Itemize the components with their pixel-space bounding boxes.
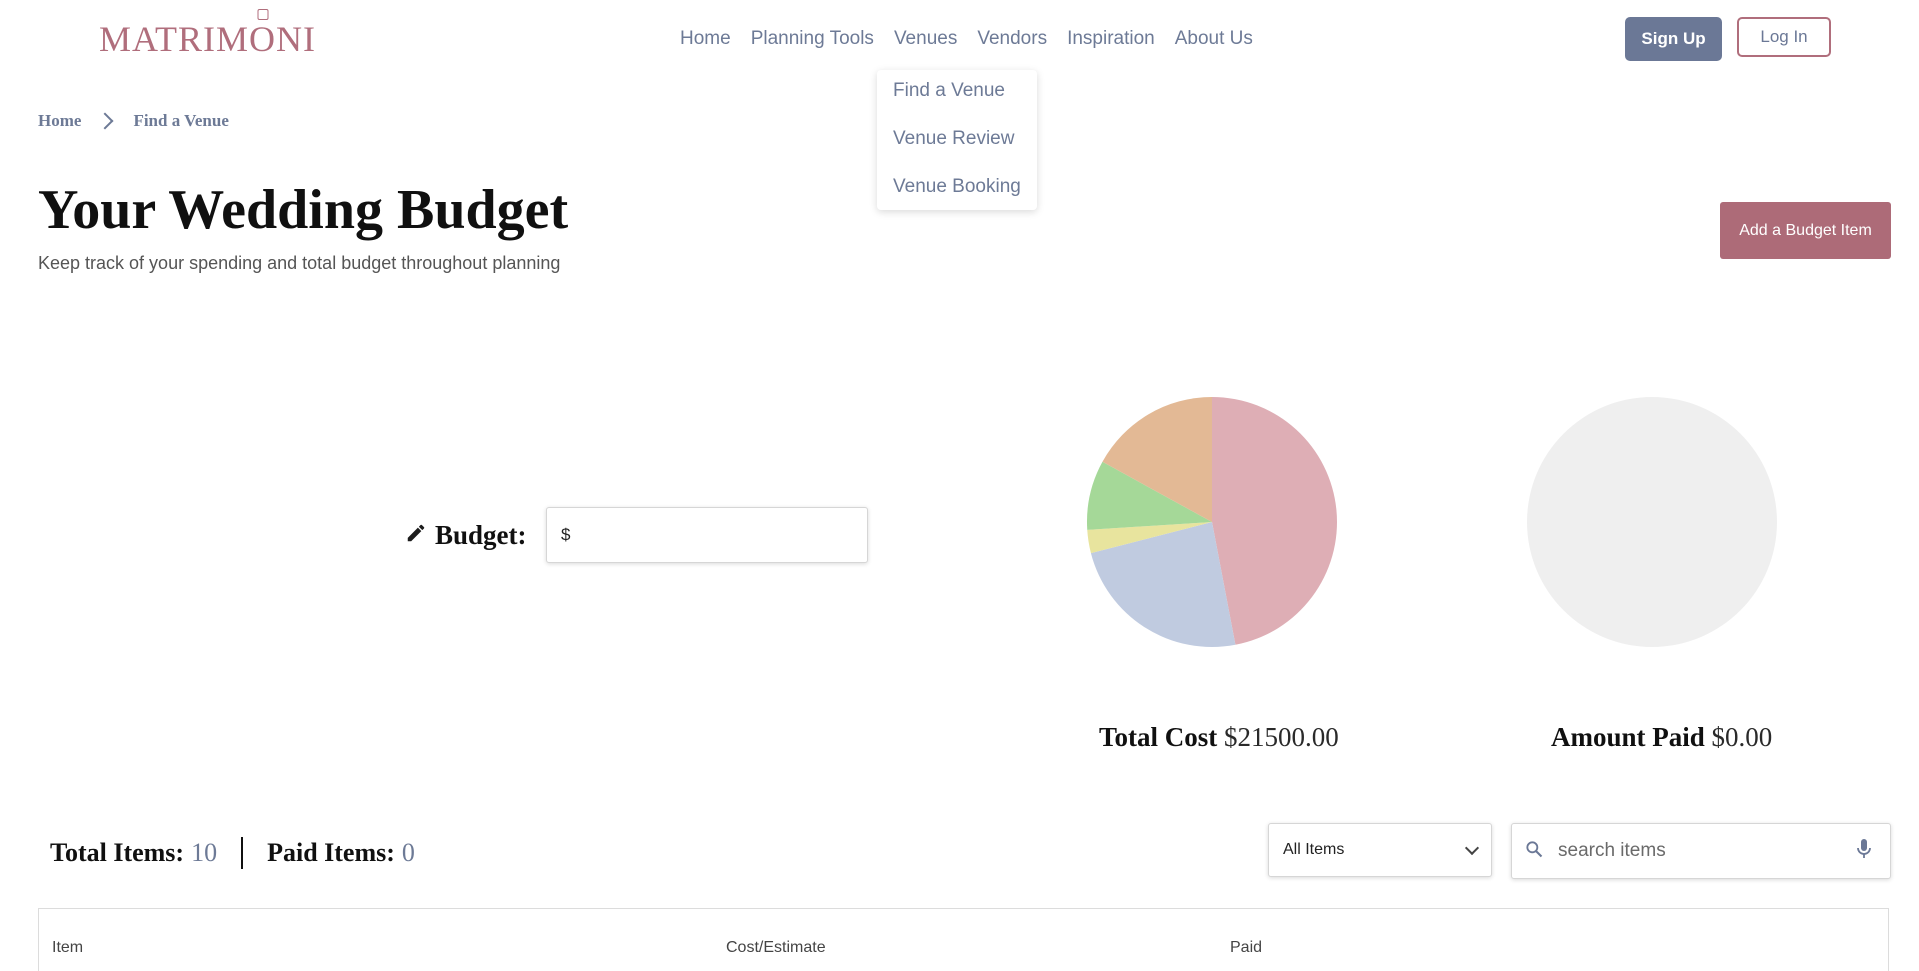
dropdown-item-venue-booking[interactable]: Venue Booking bbox=[893, 176, 1021, 198]
page-subtitle: Keep track of your spending and total bu… bbox=[38, 253, 561, 273]
currency-symbol: $ bbox=[561, 525, 571, 544]
filter-selected-value: All Items bbox=[1283, 841, 1345, 858]
budget-label-text: Budget: bbox=[435, 520, 527, 550]
budget-input[interactable] bbox=[574, 514, 859, 556]
budget-items-table: Item Cost/Estimate Paid bbox=[38, 908, 1889, 971]
amount-paid-value: $0.00 bbox=[1711, 722, 1773, 752]
total-cost-label: Total Cost bbox=[1099, 722, 1218, 752]
dropdown-item-find-venue[interactable]: Find a Venue bbox=[893, 80, 1005, 102]
sign-up-button[interactable]: Sign Up bbox=[1625, 17, 1722, 61]
pencil-icon[interactable] bbox=[405, 520, 427, 551]
column-header-paid[interactable]: Paid bbox=[1230, 939, 1262, 957]
logo-text-start: MATRIM bbox=[99, 19, 250, 59]
paid-items-count: 0 bbox=[401, 838, 415, 867]
budget-label: Budget: bbox=[405, 520, 527, 551]
breadcrumb-current[interactable]: Find a Venue bbox=[133, 111, 228, 131]
page-title: Your Wedding Budget bbox=[38, 179, 569, 241]
search-icon[interactable] bbox=[1524, 839, 1544, 864]
nav-item-venues[interactable]: Venues bbox=[894, 28, 957, 50]
main-nav: Home Planning Tools Venues Vendors Inspi… bbox=[680, 28, 1253, 50]
venues-dropdown-menu: Find a Venue Venue Review Venue Booking bbox=[877, 70, 1037, 210]
nav-item-inspiration[interactable]: Inspiration bbox=[1067, 28, 1155, 50]
column-header-item[interactable]: Item bbox=[52, 939, 83, 957]
dropdown-item-venue-review[interactable]: Venue Review bbox=[893, 128, 1014, 150]
chevron-right-icon bbox=[96, 112, 114, 130]
amount-paid-label: Amount Paid bbox=[1551, 722, 1705, 752]
microphone-icon[interactable] bbox=[1856, 838, 1872, 865]
items-summary: Total Items: 10 Paid Items: 0 bbox=[50, 837, 415, 869]
logo-ring-letter: O bbox=[249, 9, 276, 60]
breadcrumb: Home Find a Venue bbox=[38, 111, 229, 131]
column-header-cost[interactable]: Cost/Estimate bbox=[726, 939, 826, 957]
breadcrumb-home[interactable]: Home bbox=[38, 111, 81, 131]
ring-icon bbox=[257, 9, 269, 20]
paid-items-label: Paid Items: bbox=[267, 838, 395, 867]
logo[interactable]: MATRIM ONI bbox=[99, 9, 317, 60]
nav-item-vendors[interactable]: Vendors bbox=[977, 28, 1047, 50]
total-cost-value: $21500.00 bbox=[1224, 722, 1339, 752]
search-box[interactable] bbox=[1511, 823, 1891, 879]
amount-paid-pie-chart bbox=[1527, 397, 1777, 647]
search-input[interactable] bbox=[1556, 839, 1830, 863]
amount-paid-slice-0 bbox=[1527, 397, 1777, 647]
budget-field[interactable]: $ bbox=[546, 507, 868, 563]
nav-item-home[interactable]: Home bbox=[680, 28, 731, 50]
chevron-down-icon bbox=[1464, 840, 1480, 856]
log-in-button[interactable]: Log In bbox=[1737, 17, 1831, 57]
nav-item-planning-tools[interactable]: Planning Tools bbox=[751, 28, 874, 50]
item-filter-select[interactable]: All Items bbox=[1268, 823, 1492, 877]
total-cost-slice-0 bbox=[1212, 397, 1338, 645]
logo-text-end: NI bbox=[276, 19, 317, 59]
add-budget-item-button[interactable]: Add a Budget Item bbox=[1720, 202, 1891, 259]
nav-item-about-us[interactable]: About Us bbox=[1175, 28, 1253, 50]
total-items-label: Total Items: bbox=[50, 838, 185, 867]
total-items-count: 10 bbox=[191, 838, 218, 867]
total-cost-pie-chart bbox=[1087, 397, 1338, 647]
summary-divider bbox=[241, 837, 244, 869]
total-cost-caption: Total Cost $21500.00 bbox=[1099, 722, 1339, 753]
amount-paid-caption: Amount Paid $0.00 bbox=[1551, 722, 1772, 753]
